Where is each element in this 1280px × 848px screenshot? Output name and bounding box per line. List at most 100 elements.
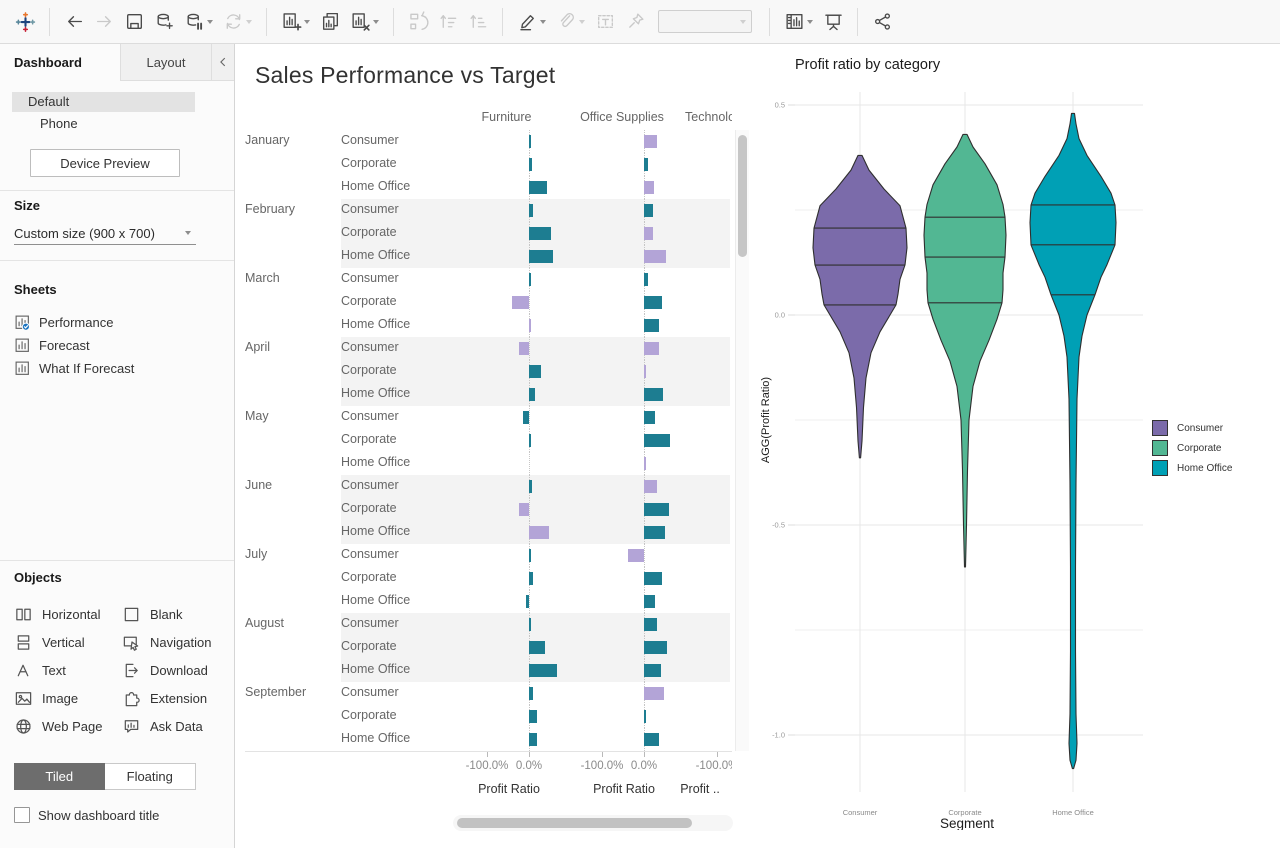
object-item-image[interactable]: Image [14,684,122,712]
tab-dashboard[interactable]: Dashboard [0,44,120,81]
bar-mark[interactable] [529,319,531,332]
new-data-source-button[interactable] [149,7,179,37]
show-dashboard-title-checkbox[interactable] [14,807,30,823]
bar-mark[interactable] [644,342,659,355]
bar-mark[interactable] [529,204,533,217]
bar-mark[interactable] [644,572,662,585]
bar-mark[interactable] [644,641,667,654]
bar-mark[interactable] [529,733,537,746]
object-item-download[interactable]: Download [122,656,220,684]
object-item-navigation[interactable]: Navigation [122,628,220,656]
bar-mark[interactable] [529,618,531,631]
bar-mark[interactable] [644,365,646,378]
bar-mark[interactable] [644,434,670,447]
save-button[interactable] [119,7,149,37]
bar-mark[interactable] [529,273,531,286]
horizontal-scrollbar-thumb[interactable] [457,818,692,828]
clear-sheet-button[interactable] [345,7,375,37]
violin-home-office[interactable] [1030,113,1116,768]
violin-consumer[interactable] [813,155,907,457]
bar-mark[interactable] [644,687,664,700]
legend-item[interactable]: Corporate [1152,438,1232,458]
bar-mark[interactable] [529,388,535,401]
object-item-extension[interactable]: Extension [122,684,220,712]
bar-mark[interactable] [644,618,657,631]
object-item-horizontal[interactable]: Horizontal [14,600,122,628]
pause-auto-updates-button[interactable] [179,7,209,37]
object-item-ask-data[interactable]: Ask Data [122,712,220,740]
bar-mark[interactable] [644,503,669,516]
fit-select[interactable] [658,10,752,33]
bar-mark[interactable] [526,595,529,608]
bar-mark[interactable] [644,480,657,493]
bar-mark[interactable] [644,204,653,217]
vertical-scrollbar[interactable] [735,130,749,751]
bar-mark[interactable] [644,296,662,309]
bar-mark[interactable] [529,549,531,562]
floating-button[interactable]: Floating [105,763,197,790]
bar-mark[interactable] [529,250,553,263]
bar-mark[interactable] [519,342,529,355]
bar-mark[interactable] [644,411,655,424]
vertical-scrollbar-thumb[interactable] [738,135,747,257]
bar-mark[interactable] [529,434,531,447]
bar-mark[interactable] [644,526,665,539]
violin-chart[interactable]: 0.50.0-0.5-1.0ConsumerCorporateHome Offi… [755,50,1155,830]
object-item-web-page[interactable]: Web Page [14,712,122,740]
bar-mark[interactable] [644,227,653,240]
bar-mark[interactable] [529,664,557,677]
object-item-text[interactable]: Text [14,656,122,684]
bar-mark[interactable] [644,595,655,608]
bar-mark[interactable] [529,227,551,240]
bar-mark[interactable] [644,273,648,286]
legend-item[interactable]: Home Office [1152,458,1232,478]
share-workbook-button[interactable] [867,7,897,37]
tab-layout[interactable]: Layout [120,44,212,81]
new-worksheet-button[interactable] [276,7,306,37]
bar-mark[interactable] [529,181,547,194]
device-preview-button[interactable]: Device Preview [30,149,180,177]
highlight-button[interactable] [512,7,542,37]
bar-mark[interactable] [644,388,663,401]
device-item-phone[interactable]: Phone [12,114,195,134]
bar-mark[interactable] [529,641,545,654]
bar-mark[interactable] [644,457,646,470]
bar-mark[interactable] [644,135,657,148]
tiled-button[interactable]: Tiled [14,763,105,790]
object-item-blank[interactable]: Blank [122,600,220,628]
bar-mark[interactable] [519,503,529,516]
bar-mark[interactable] [529,710,537,723]
bar-mark[interactable] [644,319,659,332]
device-item-default[interactable]: Default [12,92,195,112]
bar-mark[interactable] [644,158,648,171]
bar-mark[interactable] [529,135,531,148]
bar-mark[interactable] [628,549,644,562]
bar-mark[interactable] [529,572,533,585]
sheet-item-what-if-forecast[interactable]: What If Forecast [14,358,134,378]
bar-mark[interactable] [529,526,549,539]
bar-mark[interactable] [512,296,529,309]
bar-mark[interactable] [523,411,529,424]
bar-mark[interactable] [529,365,541,378]
bar-mark[interactable] [644,733,659,746]
duplicate-sheet-button[interactable] [315,7,345,37]
bar-mark[interactable] [644,710,646,723]
bar-mark[interactable] [644,250,666,263]
presentation-mode-button[interactable] [818,7,848,37]
bar-mark[interactable] [644,181,654,194]
bar-mark[interactable] [529,480,532,493]
bar-mark[interactable] [529,158,532,171]
tableau-logo[interactable] [10,7,40,37]
bar-mark[interactable] [529,687,533,700]
legend-item[interactable]: Consumer [1152,418,1232,438]
show-hide-cards-button[interactable] [779,7,809,37]
horizontal-scrollbar[interactable] [453,815,733,831]
undo-button[interactable] [59,7,89,37]
sheet-item-performance[interactable]: Performance [14,312,113,332]
collapse-pane-button[interactable] [212,44,234,81]
bar-mark[interactable] [644,664,661,677]
object-item-vertical[interactable]: Vertical [14,628,122,656]
size-select[interactable]: Custom size (900 x 700) [14,222,196,245]
violin-corporate[interactable] [924,134,1006,567]
sheet-item-forecast[interactable]: Forecast [14,335,90,355]
